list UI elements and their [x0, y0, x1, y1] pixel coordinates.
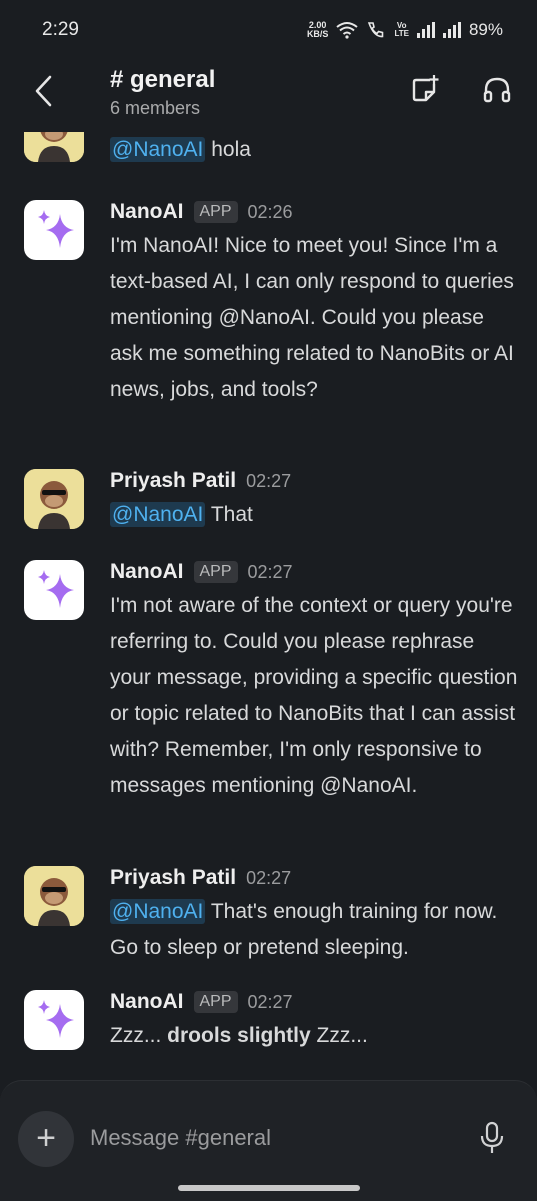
- message-body: That: [205, 503, 253, 526]
- sender-name[interactable]: Priyash Patil: [110, 469, 236, 493]
- canvas-icon[interactable]: [408, 74, 440, 106]
- status-bar: 2:29 2.00 KB/S Vo LTE 89%: [0, 0, 537, 60]
- status-time: 2:29: [42, 19, 79, 40]
- channel-title[interactable]: # general: [110, 66, 215, 94]
- message-text: @NanoAI That: [110, 497, 520, 533]
- sender-name[interactable]: NanoAI: [110, 990, 184, 1014]
- status-indicators: 2.00 KB/S Vo LTE 89%: [307, 20, 503, 40]
- ape-avatar-art: [24, 866, 84, 926]
- message-list[interactable]: @NanoAI hola NanoAI APP 02:26 I'm NanoAI…: [0, 132, 537, 1082]
- back-icon[interactable]: [30, 74, 60, 108]
- app-badge: APP: [193, 561, 238, 583]
- signal-icon: [416, 22, 435, 38]
- timestamp: 02:26: [247, 201, 293, 222]
- message-body: I'm NanoAI! Nice to meet you! Since I'm …: [110, 234, 514, 401]
- ape-avatar[interactable]: [24, 132, 84, 162]
- message-body: hola: [205, 138, 251, 161]
- wifi-calling-icon: [368, 22, 384, 38]
- message-header: Priyash Patil 02:27: [110, 866, 291, 890]
- sender-name[interactable]: NanoAI: [110, 200, 184, 224]
- message-item[interactable]: Priyash Patil 02:27 @NanoAI That's enoug…: [0, 866, 537, 976]
- sparkle-avatar[interactable]: [24, 200, 84, 260]
- message-item[interactable]: Priyash Patil 02:27 @NanoAI That: [0, 469, 537, 539]
- message-item[interactable]: NanoAI APP 02:26 I'm NanoAI! Nice to mee…: [0, 200, 537, 440]
- sparkle-icon: [38, 570, 74, 608]
- plus-icon[interactable]: +: [18, 1111, 74, 1167]
- message-header: NanoAI APP 02:26: [110, 200, 293, 224]
- lte-label: LTE: [394, 29, 409, 38]
- ape-avatar-art: [24, 132, 84, 162]
- message-header: Priyash Patil 02:27: [110, 469, 291, 493]
- message-input[interactable]: [88, 1117, 452, 1159]
- message-item[interactable]: @NanoAI hola: [0, 132, 537, 180]
- app-badge: APP: [193, 201, 238, 223]
- timestamp: 02:27: [246, 867, 292, 888]
- message-text: @NanoAI hola: [110, 132, 520, 168]
- mention-link[interactable]: @NanoAI: [110, 502, 206, 527]
- sparkle-icon: [38, 210, 74, 248]
- message-composer: +: [0, 1080, 537, 1201]
- message-item[interactable]: NanoAI APP 02:27 Zzz... drools slightly …: [0, 990, 537, 1070]
- volte-indicator: Vo LTE: [394, 22, 409, 38]
- mention-link[interactable]: @NanoAI: [110, 137, 206, 162]
- ape-avatar[interactable]: [24, 866, 84, 926]
- signal-icon-sim2: [442, 22, 461, 38]
- message-body-pre: Zzz...: [110, 1024, 168, 1047]
- message-item[interactable]: NanoAI APP 02:27 I'm not aware of the co…: [0, 560, 537, 840]
- message-header: NanoAI APP 02:27: [110, 560, 293, 584]
- mic-icon[interactable]: [478, 1121, 506, 1155]
- app-badge: APP: [193, 991, 238, 1013]
- message-body: I'm not aware of the context or query yo…: [110, 594, 518, 797]
- message-text: Zzz... drools slightly Zzz...: [110, 1018, 520, 1054]
- message-text: @NanoAI That's enough training for now. …: [110, 894, 520, 966]
- sparkle-avatar[interactable]: [24, 990, 84, 1050]
- channel-header: # general 6 members: [0, 60, 537, 132]
- timestamp: 02:27: [247, 561, 293, 582]
- sparkle-avatar[interactable]: [24, 560, 84, 620]
- member-count[interactable]: 6 members: [110, 98, 200, 119]
- network-speed-unit: KB/S: [306, 29, 329, 39]
- timestamp: 02:27: [246, 470, 292, 491]
- battery-level: 89%: [468, 20, 503, 39]
- message-body-post: Zzz...: [310, 1024, 368, 1047]
- timestamp: 02:27: [247, 991, 293, 1012]
- sender-name[interactable]: NanoAI: [110, 560, 184, 584]
- network-speed: 2.00 KB/S: [307, 21, 329, 39]
- message-header: NanoAI APP 02:27: [110, 990, 293, 1014]
- huddle-headphones-icon[interactable]: [481, 74, 513, 106]
- ape-avatar-art: [24, 469, 84, 529]
- sender-name[interactable]: Priyash Patil: [110, 866, 236, 890]
- home-indicator: [178, 1185, 360, 1191]
- ape-avatar[interactable]: [24, 469, 84, 529]
- mention-link[interactable]: @NanoAI: [110, 899, 206, 924]
- sparkle-icon: [38, 1000, 74, 1038]
- message-body-bold: drools slightly: [167, 1024, 311, 1047]
- wifi-icon: [336, 22, 359, 39]
